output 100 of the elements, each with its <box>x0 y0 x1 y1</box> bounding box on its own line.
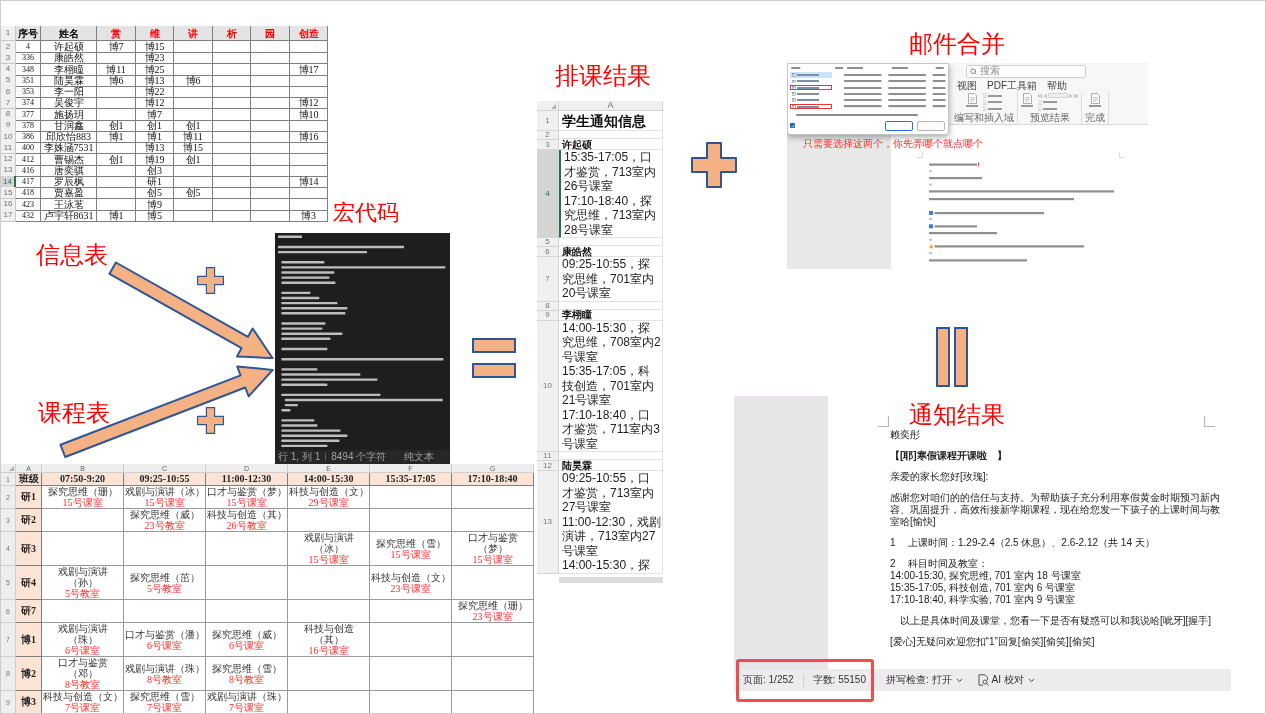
row-number: 10 <box>1 131 16 143</box>
blurred-text-drawing <box>1043 107 1057 110</box>
record-number-field[interactable] <box>1048 93 1068 99</box>
course-name: 科技与创造（其） <box>206 509 287 520</box>
document-icon <box>1090 93 1100 104</box>
room-label: 23号教室 <box>144 520 185 531</box>
table-cell <box>213 52 251 65</box>
room-label: 5号教室 <box>147 582 182 594</box>
table-cell: 博1 <box>97 131 136 143</box>
select-all-button[interactable] <box>1 464 16 473</box>
dialog-button[interactable] <box>917 120 945 131</box>
scrollbar[interactable] <box>796 113 918 116</box>
ribbon-button[interactable] <box>983 106 1002 112</box>
row-number: 1 <box>1 26 16 41</box>
list-item[interactable] <box>790 103 833 110</box>
dialog-button[interactable] <box>885 120 913 131</box>
plus-icon <box>691 142 737 188</box>
status-text: 字数: 55150 <box>812 675 866 685</box>
table-cell: 博22 <box>136 86 174 98</box>
document-text: [爱心]无疑问欢迎您扣“1”回复[偷笑][偷笑][偷笑] <box>890 636 1096 648</box>
table-cell <box>290 142 328 155</box>
skip-back-icon[interactable] <box>1038 93 1042 98</box>
blurred-text-drawing <box>797 105 819 108</box>
table-cell <box>290 153 328 166</box>
select-all-button[interactable] <box>537 101 559 111</box>
table-cell: 4 <box>16 41 41 53</box>
triangle-left-icon[interactable] <box>1043 93 1047 98</box>
course-name: 戏剧与演讲（冰） <box>124 486 205 497</box>
status-button[interactable]: AI 校对 <box>977 674 1036 686</box>
list-item[interactable] <box>790 72 833 78</box>
column-header: 14:00-15:30 <box>288 473 370 486</box>
row-number: 3 <box>1 52 16 65</box>
status-button[interactable]: 拼写检查: 打开 <box>885 675 964 685</box>
schedule-entry: 14:00-15:30，探 <box>562 558 652 573</box>
list-item[interactable] <box>790 84 833 91</box>
table-cell <box>213 209 251 222</box>
table-cell <box>290 164 328 177</box>
status-text: 8494 个字符 <box>331 452 387 462</box>
table-cell: 学生通知信息 <box>559 111 663 131</box>
table-cell: 336 <box>16 52 41 65</box>
table-cell: 博5 <box>136 209 174 222</box>
row-number: 7 <box>537 257 559 302</box>
checkbox[interactable] <box>790 123 795 129</box>
course-name: 探究思维（珊） <box>457 600 528 611</box>
status-text: 页面: 1/252 <box>743 675 794 685</box>
table-cell: 创1 <box>97 119 136 132</box>
table-cell: 研1 <box>16 486 42 509</box>
room-label: 23号课室 <box>390 582 431 594</box>
room-label: 15号课室 <box>226 497 267 508</box>
document-text: 科目时间及教室： <box>908 558 988 570</box>
search-field[interactable]: 搜索 <box>966 64 1086 78</box>
table-icon <box>792 98 796 102</box>
row-number: 6 <box>537 247 559 257</box>
table-cell <box>213 187 251 200</box>
row-number: 8 <box>537 301 559 311</box>
course-name: 探究思维（威） <box>211 628 282 640</box>
table-cell <box>251 187 290 200</box>
triangle-right-icon[interactable] <box>1069 93 1073 98</box>
ribbon-button[interactable] <box>983 99 1002 105</box>
recipient-name: 赖奕彤 <box>890 429 920 441</box>
skip-forward-icon[interactable] <box>1074 93 1078 98</box>
schedule-entry: 15:35-17:05，口才鉴赏，713室内26号课室 <box>564 150 658 194</box>
course-name: 戏剧与演讲（珠） <box>206 691 287 702</box>
course-name: 科技与创造（文） <box>42 691 123 702</box>
table-cell <box>213 119 251 132</box>
table-cell: 许起硕 <box>559 140 663 150</box>
corner-mark-icon <box>1204 416 1215 427</box>
status-text: 纯文本 <box>404 452 435 462</box>
ribbon-tab[interactable]: PDF工具箱 <box>987 79 1037 92</box>
schedule-line: 17:10-18:40, 科学实验, 701 室内 9 号课室 <box>890 594 1076 606</box>
table-cell: 博3 <box>16 691 42 713</box>
table-cell: 博10 <box>290 108 328 121</box>
triangle-icon <box>551 104 556 109</box>
column-header: 07:50-9:20 <box>42 473 124 486</box>
column-letter: A <box>559 101 663 111</box>
table-cell: 创1 <box>136 119 174 132</box>
room-label: 6号课室 <box>147 639 182 651</box>
row-number: 7 <box>1 97 16 110</box>
caption: 信息表 <box>36 243 108 267</box>
course-name: 口才与鉴赏（梦） <box>206 486 287 497</box>
table-cell <box>213 108 251 121</box>
row-number: 15 <box>1 187 16 200</box>
table-cell: 许起硕 <box>41 41 97 53</box>
column-header: 创造 <box>290 26 328 41</box>
scrollbar[interactable] <box>559 577 663 583</box>
blurred-text-drawing <box>988 107 1002 110</box>
table-cell <box>174 176 213 188</box>
table-cell: 博11 <box>174 131 213 143</box>
table-cell: 陆昊霖 <box>41 74 97 87</box>
ribbon-button[interactable] <box>983 93 1002 99</box>
ribbon-tab[interactable]: 帮助 <box>1047 79 1067 92</box>
row-number: 1 <box>537 111 559 131</box>
room-label: 7号课室 <box>147 702 182 713</box>
table-cell <box>251 131 290 143</box>
arrow-icon <box>108 260 275 360</box>
table-cell: 377 <box>16 108 41 121</box>
table-icon <box>792 92 796 96</box>
group-label: 完成 <box>1085 112 1105 123</box>
table-cell <box>251 198 290 211</box>
ribbon-tab[interactable]: 视图 <box>957 79 977 92</box>
